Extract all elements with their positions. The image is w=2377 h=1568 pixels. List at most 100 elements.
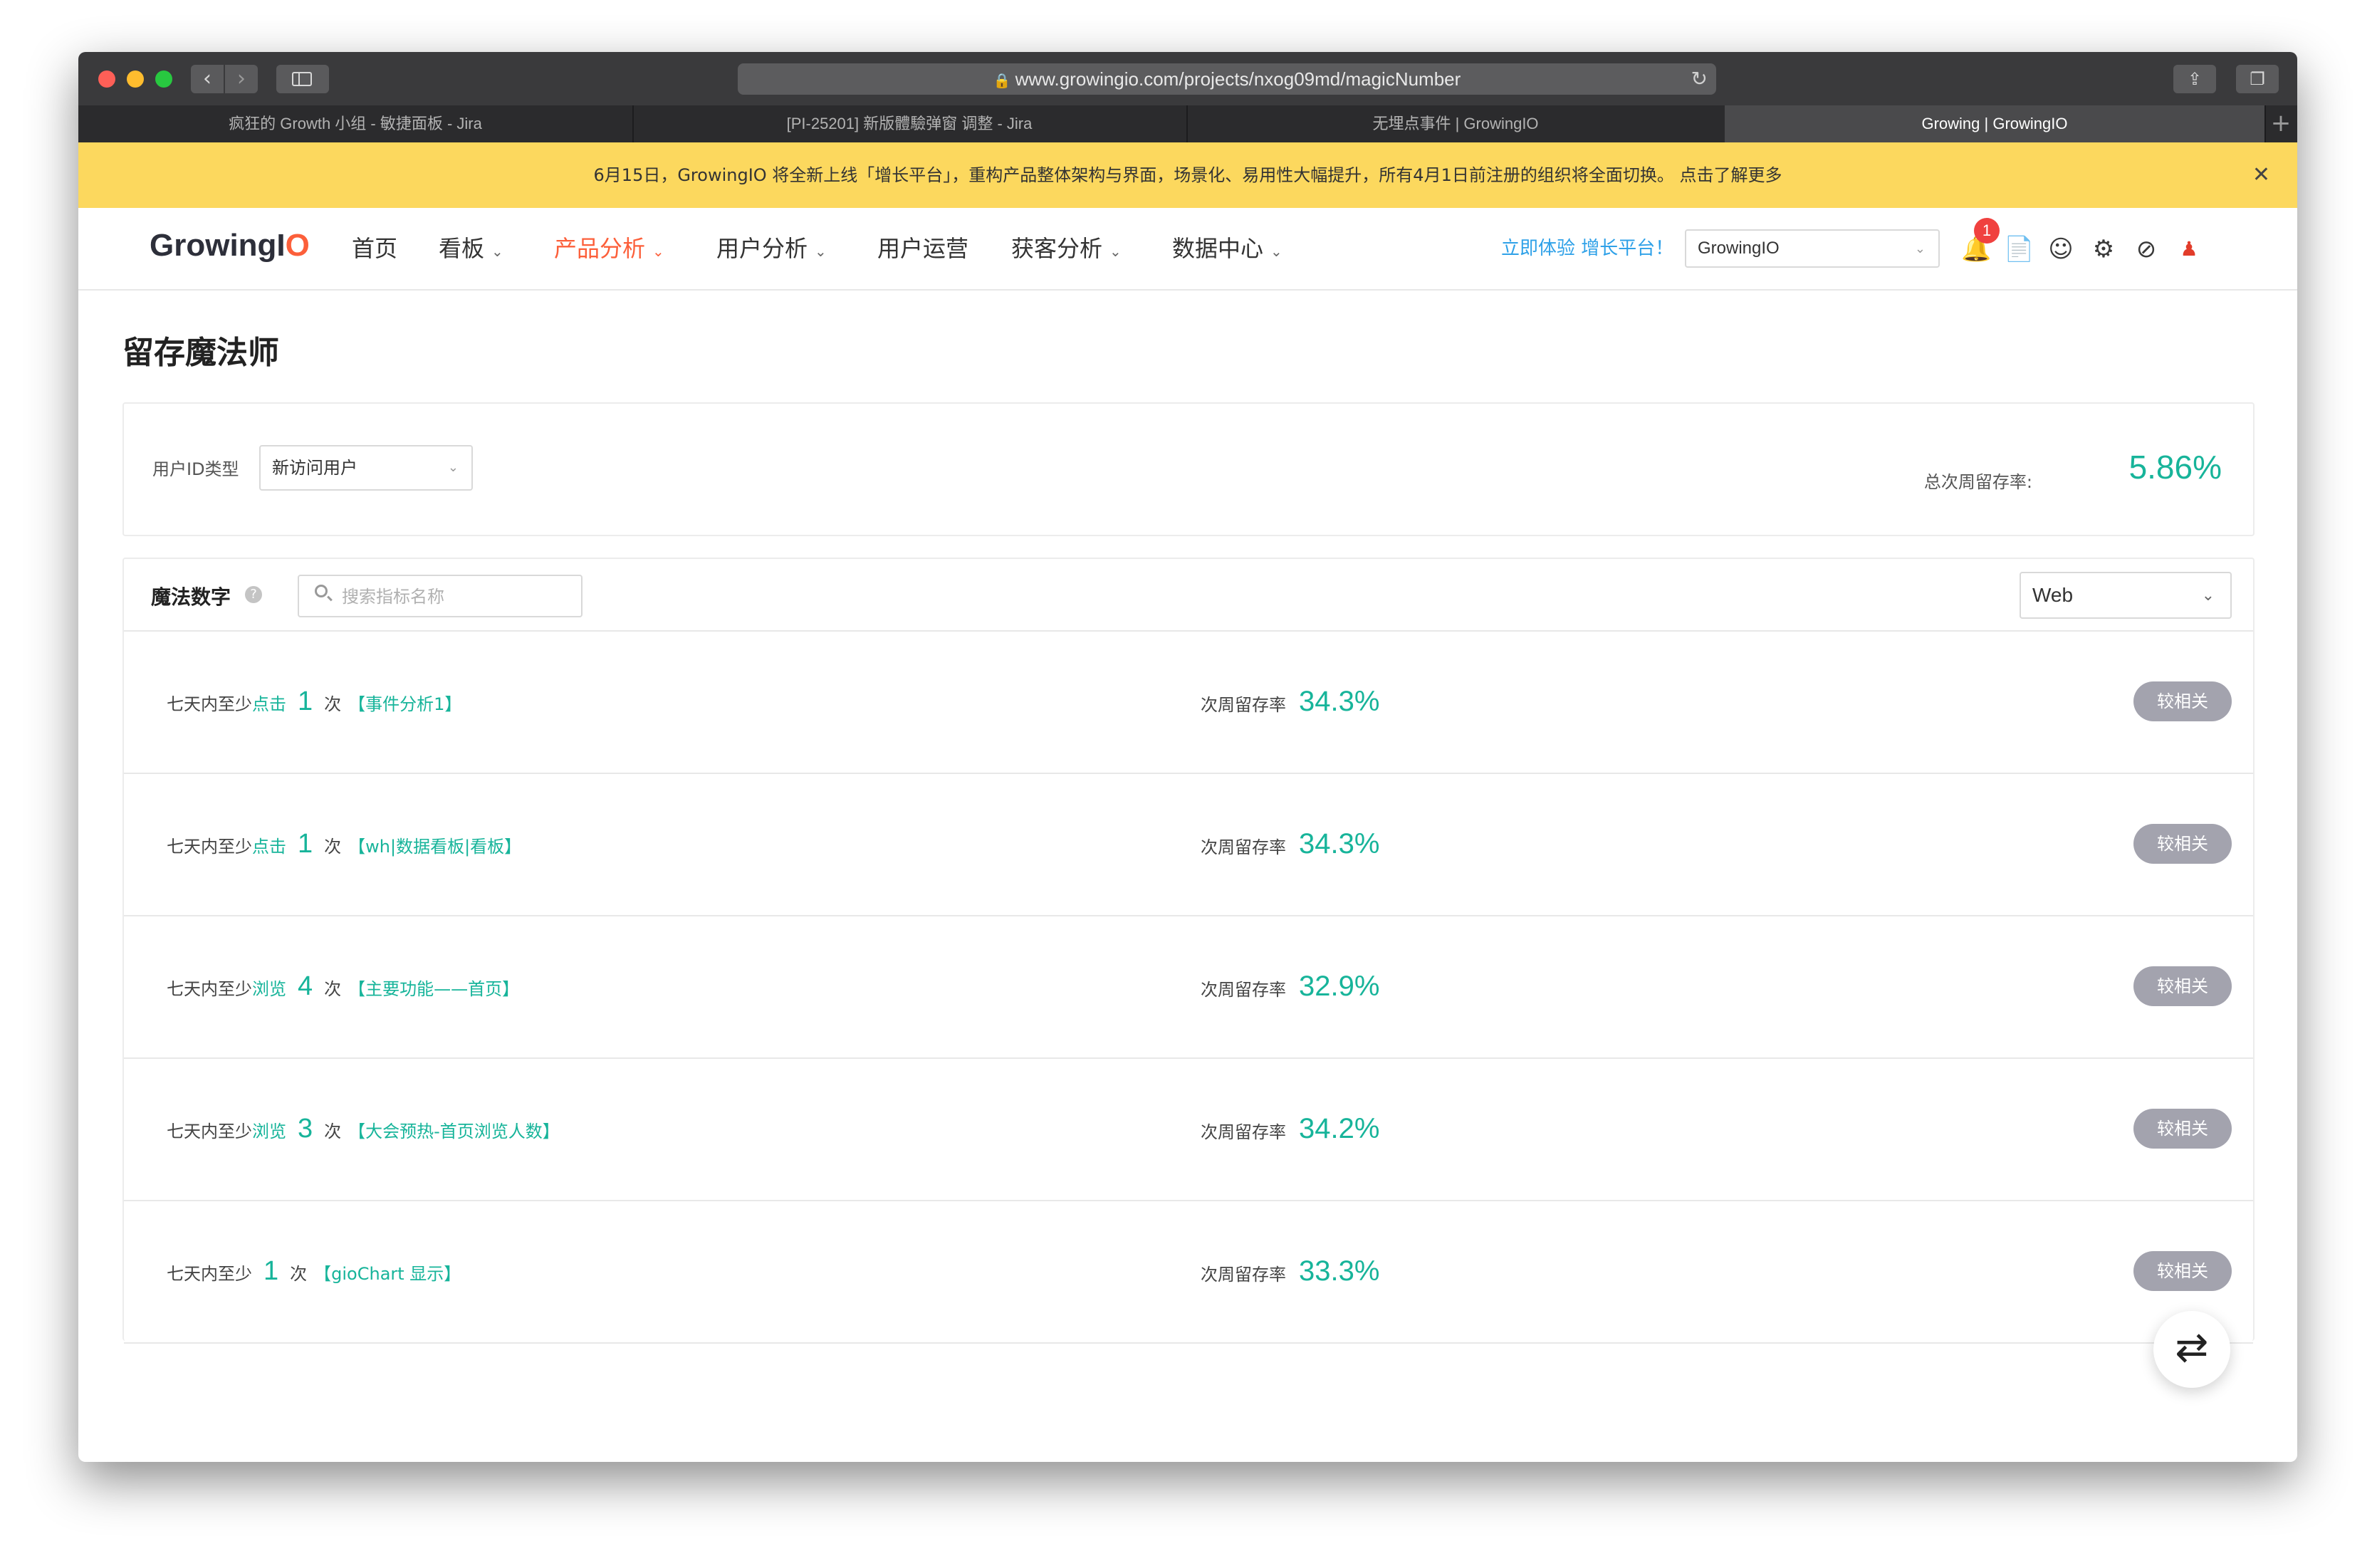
zoom-window-button[interactable] [155,70,172,88]
growingio-logo[interactable]: GrowingIO [150,228,310,263]
retention-rate-label: 次周留存率 [1201,1265,1286,1285]
relevance-tag: 较相关 [2133,681,2232,721]
retention-rate: 次周留存率 32.9% [1201,915,1379,1057]
avatar[interactable]: ♟ [2175,235,2203,263]
nav-label: 用户运营 [877,235,969,262]
announcement-banner[interactable]: 6月15日，GrowingIO 将全新上线「增长平台」，重构产品整体架构与界面，… [78,142,2297,208]
nav-user-analysis[interactable]: 用户分析 ⌄ [716,208,827,289]
condition-event[interactable]: 【wh|数据看板|看板】 [348,837,521,857]
app-header: GrowingIO 首页 看板 ⌄ 产品分析 ⌄ 用户分析 ⌄ 用户运营 获客分析 ⌄ … [78,208,2297,291]
magic-number-header: 魔法数字 ? Web ⌄ [124,559,2253,632]
user-id-type-select[interactable]: 新访问用户 ⌄ [259,445,473,491]
announcement-text[interactable]: 6月15日，GrowingIO 将全新上线「增长平台」，重构产品整体架构与界面，… [594,165,1782,185]
page-title: 留存魔法师 [122,335,279,371]
chevron-down-icon: ⌄ [815,243,827,260]
platform-value: Web [2032,584,2074,606]
retention-rate: 次周留存率 34.3% [1201,773,1379,915]
nav-product-analysis[interactable]: 产品分析 ⌄ [554,208,664,289]
total-retention-label: 总次周留存率: [1923,472,2032,492]
condition-prefix: 七天内至少 [167,1264,252,1284]
nav-label: 用户分析 [716,235,808,262]
switch-floating-button[interactable]: ⇄ [2153,1311,2230,1388]
show-tabs-button[interactable]: ❐ [2236,65,2279,93]
help-icon[interactable]: ? [245,586,262,603]
share-button[interactable]: ⇪ [2173,65,2216,93]
condition-event[interactable]: 【gioChart 显示】 [314,1264,461,1284]
magic-number-condition: 七天内至少浏览 3 次【大会预热-首页浏览人数】 [167,1057,560,1200]
new-tab-button[interactable]: + [2264,105,2297,142]
condition-unit: 次 [324,979,342,999]
project-selector[interactable]: GrowingIO ⌄ [1685,229,1940,268]
metric-search[interactable] [298,575,583,617]
nav-label: 产品分析 [554,235,646,262]
list-item: 七天内至少点击 1 次【事件分析1】 次周留存率 34.3% 较相关 [124,630,2253,774]
platform-select[interactable]: Web ⌄ [2020,572,2232,619]
close-icon[interactable]: ✕ [2252,142,2270,208]
browser-tab-active[interactable]: Growing | GrowingIO [1725,105,2266,142]
relevance-tag: 较相关 [2133,966,2232,1006]
relevance-tag: 较相关 [2133,824,2232,864]
forward-button[interactable]: › [225,65,258,93]
condition-unit: 次 [324,1122,342,1141]
url-text: www.growingio.com/projects/nxog09md/magi… [1015,68,1461,90]
logo-o: O [285,228,310,263]
user-id-type-label: 用户ID类型 [152,459,239,479]
retention-rate: 次周留存率 33.3% [1201,1200,1379,1342]
sidebar-toggle-button[interactable] [276,65,329,93]
magic-number-card: 魔法数字 ? Web ⌄ 七天内至少点击 1次【事件分析1】 次周留存率 34.3% … [122,558,2255,1344]
chevron-down-icon: ⌄ [2201,586,2215,604]
tab-strip: 疯狂的 Growth 小组 - 敏捷面板 - Jira [PI-25201] 新… [78,105,2297,142]
condition-prefix: 七天内至少 [167,837,252,857]
filter-card: 用户ID类型 新访问用户 ⌄ 总次周留存率: 5.86% [122,402,2255,536]
condition-count: 4 [298,971,313,1001]
condition-action: 点击 [252,694,286,714]
condition-count: 1 [263,1256,279,1286]
retention-rate: 次周留存率 34.2% [1201,1057,1379,1200]
condition-action: 浏览 [252,979,286,999]
relevance-tag: 较相关 [2133,1251,2232,1291]
sidebar-icon [292,72,312,86]
gear-icon[interactable]: ⚙ [2089,235,2118,263]
nav-label: 看板 [439,235,485,262]
try-growth-platform-link[interactable]: 立即体验 增长平台！ [1501,208,1673,289]
list-item: 七天内至少浏览 3 次【大会预热-首页浏览人数】 次周留存率 34.2% 较相关 [124,1057,2253,1201]
retention-rate-label: 次周留存率 [1201,695,1286,715]
condition-action: 浏览 [252,1122,286,1141]
back-button[interactable]: ‹ [191,65,224,93]
link-icon[interactable]: ⊘ [2132,235,2161,263]
browser-tab-jira-board[interactable]: 疯狂的 Growth 小组 - 敏捷面板 - Jira [78,105,634,142]
list-item: 七天内至少浏览 4 次【主要功能——首页】 次周留存率 32.9% 较相关 [124,915,2253,1059]
browser-tab-jira-issue[interactable]: [PI-25201] 新版體驗弹窗 调整 - Jira [632,105,1188,142]
nav-dashboards[interactable]: 看板 ⌄ [439,208,503,289]
nav-user-operations[interactable]: 用户运营 [877,208,968,289]
metric-search-input[interactable] [340,576,571,617]
logo-text: GrowingI [150,228,286,263]
retention-rate-label: 次周留存率 [1201,1122,1286,1142]
support-agent-icon[interactable]: ☺ [2047,235,2075,263]
magic-number-condition: 七天内至少浏览 4 次【主要功能——首页】 [167,915,519,1057]
nav-label: 首页 [352,235,398,262]
lock-icon: 🔒 [993,73,1011,89]
nav-home[interactable]: 首页 [352,208,397,289]
swap-arrows-icon: ⇄ [2175,1324,2209,1371]
condition-event[interactable]: 【主要功能——首页】 [348,979,519,999]
condition-event[interactable]: 【大会预热-首页浏览人数】 [348,1122,560,1141]
browser-window: ‹ › 🔒 www.growingio.com/projects/nxog09md… [78,52,2297,1462]
condition-prefix: 七天内至少 [167,694,252,714]
nav-data-center[interactable]: 数据中心 ⌄ [1172,208,1282,289]
condition-event[interactable]: 【事件分析1】 [348,694,461,714]
address-bar[interactable]: 🔒 www.growingio.com/projects/nxog09md/mag… [738,63,1716,95]
document-icon[interactable]: 📄 [2004,235,2034,263]
project-selector-value: GrowingIO [1698,239,1780,258]
close-window-button[interactable] [98,70,115,88]
condition-unit: 次 [290,1264,308,1284]
retention-rate-label: 次周留存率 [1201,837,1286,857]
nav-acquisition-analysis[interactable]: 获客分析 ⌄ [1011,208,1122,289]
magic-number-condition: 七天内至少点击 1 次【事件分析1】 [167,630,461,773]
browser-tab-events[interactable]: 无埋点事件 | GrowingIO [1186,105,1726,142]
reload-icon[interactable]: ↻ [1691,63,1708,95]
chevron-left-icon: ‹ [203,66,211,91]
condition-prefix: 七天内至少 [167,979,252,999]
minimize-window-button[interactable] [127,70,144,88]
retention-rate-value: 33.3% [1299,1255,1380,1287]
